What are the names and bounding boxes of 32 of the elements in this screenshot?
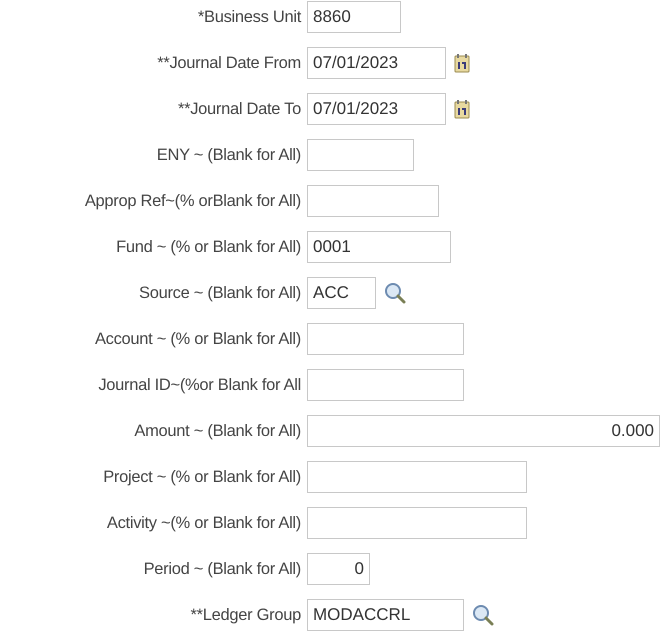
input-field[interactable]: 0	[307, 553, 370, 585]
input-field[interactable]: 0001	[307, 231, 451, 263]
input-field[interactable]	[307, 185, 439, 217]
input-field[interactable]	[307, 461, 527, 493]
input-field[interactable]: ACC	[307, 277, 376, 309]
field-label: Period ~ (Blank for All)	[142, 560, 302, 578]
field-label: **Journal Date To	[176, 100, 302, 118]
input-field[interactable]: MODACCRL	[307, 599, 464, 631]
input-field[interactable]	[307, 507, 527, 539]
input-field[interactable]	[307, 369, 464, 401]
input-field[interactable]: 07/01/2023	[307, 93, 446, 125]
input-field[interactable]: 8860	[307, 1, 401, 33]
field-label: Account ~ (% or Blank for All)	[94, 330, 302, 348]
input-field[interactable]: 07/01/2023	[307, 47, 446, 79]
input-field[interactable]	[307, 139, 414, 171]
search-icon[interactable]	[472, 604, 494, 626]
field-label: **Ledger Group	[190, 606, 302, 624]
field-label: *Business Unit	[196, 8, 302, 26]
input-field[interactable]	[307, 323, 464, 355]
field-label: Activity ~(% or Blank for All)	[106, 514, 302, 532]
field-label: Project ~ (% or Blank for All)	[102, 468, 302, 486]
field-label: ENY ~ (Blank for All)	[156, 146, 302, 164]
search-icon[interactable]	[384, 282, 406, 304]
input-field[interactable]: 0.000	[307, 415, 660, 447]
field-label: Fund ~ (% or Blank for All)	[115, 238, 302, 256]
calendar-icon[interactable]	[454, 99, 470, 119]
field-label: Approp Ref~(% orBlank for All)	[84, 192, 302, 210]
field-label: Amount ~ (Blank for All)	[133, 422, 302, 440]
field-label: **Journal Date From	[156, 54, 302, 72]
field-label: Journal ID~(%or Blank for All	[97, 376, 302, 394]
field-label: Source ~ (Blank for All)	[138, 284, 302, 302]
calendar-icon[interactable]	[454, 53, 470, 73]
